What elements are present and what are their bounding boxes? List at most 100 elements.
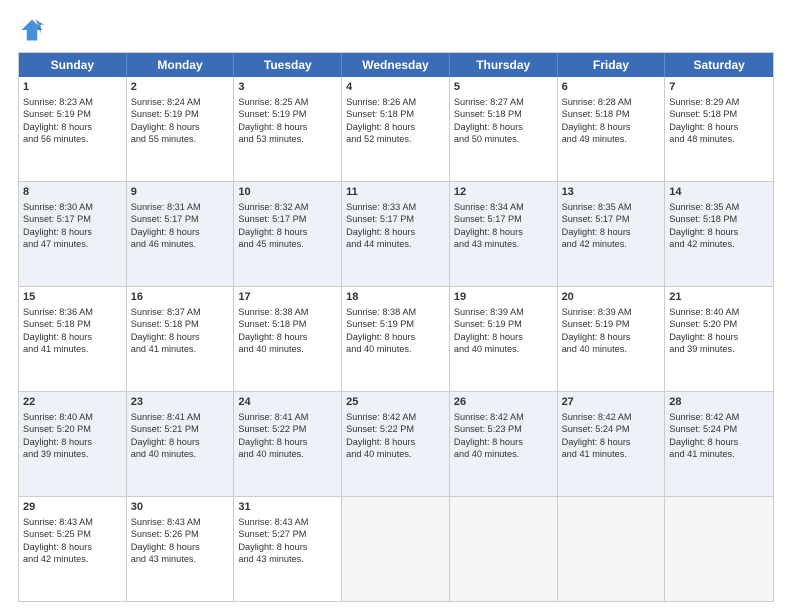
day-number: 18 [346, 290, 445, 305]
calendar-cell: 30Sunrise: 8:43 AMSunset: 5:26 PMDayligh… [127, 497, 235, 601]
logo-icon [18, 16, 46, 44]
day-info: and 43 minutes. [131, 553, 230, 565]
calendar-row: 15Sunrise: 8:36 AMSunset: 5:18 PMDayligh… [19, 287, 773, 392]
day-info: Daylight: 8 hours [238, 121, 337, 133]
page: SundayMondayTuesdayWednesdayThursdayFrid… [0, 0, 792, 612]
day-info: Daylight: 8 hours [346, 331, 445, 343]
day-info: Daylight: 8 hours [454, 331, 553, 343]
day-info: Sunset: 5:25 PM [23, 528, 122, 540]
day-number: 4 [346, 80, 445, 95]
day-info: Daylight: 8 hours [562, 436, 661, 448]
calendar: SundayMondayTuesdayWednesdayThursdayFrid… [18, 52, 774, 602]
calendar-cell: 29Sunrise: 8:43 AMSunset: 5:25 PMDayligh… [19, 497, 127, 601]
day-info: Sunset: 5:24 PM [562, 423, 661, 435]
day-info: Daylight: 8 hours [238, 436, 337, 448]
day-number: 8 [23, 185, 122, 200]
day-info: and 39 minutes. [669, 343, 769, 355]
day-info: Sunset: 5:18 PM [669, 108, 769, 120]
day-info: Sunset: 5:21 PM [131, 423, 230, 435]
calendar-cell: 13Sunrise: 8:35 AMSunset: 5:17 PMDayligh… [558, 182, 666, 286]
calendar-cell: 9Sunrise: 8:31 AMSunset: 5:17 PMDaylight… [127, 182, 235, 286]
calendar-cell: 14Sunrise: 8:35 AMSunset: 5:18 PMDayligh… [665, 182, 773, 286]
calendar-row: 29Sunrise: 8:43 AMSunset: 5:25 PMDayligh… [19, 497, 773, 601]
day-info: Sunrise: 8:42 AM [669, 411, 769, 423]
day-info: Sunrise: 8:41 AM [131, 411, 230, 423]
day-info: and 47 minutes. [23, 238, 122, 250]
day-number: 6 [562, 80, 661, 95]
day-info: Sunset: 5:22 PM [346, 423, 445, 435]
day-info: and 40 minutes. [238, 343, 337, 355]
day-info: and 46 minutes. [131, 238, 230, 250]
day-info: Daylight: 8 hours [669, 436, 769, 448]
day-info: Sunset: 5:19 PM [562, 318, 661, 330]
day-info: and 40 minutes. [131, 448, 230, 460]
day-number: 22 [23, 395, 122, 410]
day-info: and 56 minutes. [23, 133, 122, 145]
calendar-cell: 15Sunrise: 8:36 AMSunset: 5:18 PMDayligh… [19, 287, 127, 391]
day-info: and 42 minutes. [562, 238, 661, 250]
weekday-header: Saturday [665, 53, 773, 77]
day-info: Sunset: 5:19 PM [454, 318, 553, 330]
day-info: and 41 minutes. [23, 343, 122, 355]
day-info: Sunrise: 8:42 AM [346, 411, 445, 423]
day-info: and 42 minutes. [23, 553, 122, 565]
calendar-cell: 22Sunrise: 8:40 AMSunset: 5:20 PMDayligh… [19, 392, 127, 496]
day-info: Daylight: 8 hours [23, 226, 122, 238]
day-info: Sunrise: 8:26 AM [346, 96, 445, 108]
calendar-cell: 2Sunrise: 8:24 AMSunset: 5:19 PMDaylight… [127, 77, 235, 181]
day-info: and 40 minutes. [454, 448, 553, 460]
day-info: and 41 minutes. [562, 448, 661, 460]
calendar-cell: 21Sunrise: 8:40 AMSunset: 5:20 PMDayligh… [665, 287, 773, 391]
day-info: Sunrise: 8:36 AM [23, 306, 122, 318]
calendar-cell [558, 497, 666, 601]
day-info: and 53 minutes. [238, 133, 337, 145]
calendar-cell: 7Sunrise: 8:29 AMSunset: 5:18 PMDaylight… [665, 77, 773, 181]
day-number: 28 [669, 395, 769, 410]
day-info: and 45 minutes. [238, 238, 337, 250]
day-info: Sunrise: 8:35 AM [669, 201, 769, 213]
day-info: Sunrise: 8:28 AM [562, 96, 661, 108]
calendar-cell: 5Sunrise: 8:27 AMSunset: 5:18 PMDaylight… [450, 77, 558, 181]
day-info: Sunset: 5:17 PM [131, 213, 230, 225]
day-info: Daylight: 8 hours [23, 121, 122, 133]
day-info: Daylight: 8 hours [238, 541, 337, 553]
day-info: Daylight: 8 hours [454, 436, 553, 448]
day-number: 27 [562, 395, 661, 410]
day-info: and 50 minutes. [454, 133, 553, 145]
day-info: and 39 minutes. [23, 448, 122, 460]
day-info: and 52 minutes. [346, 133, 445, 145]
calendar-cell: 28Sunrise: 8:42 AMSunset: 5:24 PMDayligh… [665, 392, 773, 496]
calendar-cell: 27Sunrise: 8:42 AMSunset: 5:24 PMDayligh… [558, 392, 666, 496]
day-info: Daylight: 8 hours [562, 226, 661, 238]
day-info: Sunrise: 8:39 AM [562, 306, 661, 318]
day-number: 10 [238, 185, 337, 200]
calendar-cell [450, 497, 558, 601]
day-number: 17 [238, 290, 337, 305]
day-number: 30 [131, 500, 230, 515]
calendar-cell: 23Sunrise: 8:41 AMSunset: 5:21 PMDayligh… [127, 392, 235, 496]
day-info: Sunrise: 8:27 AM [454, 96, 553, 108]
day-info: Daylight: 8 hours [131, 226, 230, 238]
day-info: Daylight: 8 hours [346, 121, 445, 133]
day-info: Sunset: 5:18 PM [23, 318, 122, 330]
calendar-cell: 1Sunrise: 8:23 AMSunset: 5:19 PMDaylight… [19, 77, 127, 181]
logo [18, 16, 50, 44]
day-number: 23 [131, 395, 230, 410]
day-info: Sunset: 5:17 PM [562, 213, 661, 225]
day-info: Sunset: 5:17 PM [23, 213, 122, 225]
day-info: Daylight: 8 hours [346, 226, 445, 238]
day-info: Daylight: 8 hours [238, 331, 337, 343]
day-info: Daylight: 8 hours [23, 541, 122, 553]
day-info: and 44 minutes. [346, 238, 445, 250]
day-info: Sunset: 5:18 PM [238, 318, 337, 330]
day-info: Daylight: 8 hours [238, 226, 337, 238]
day-number: 21 [669, 290, 769, 305]
day-number: 25 [346, 395, 445, 410]
day-info: Sunrise: 8:42 AM [562, 411, 661, 423]
day-info: and 48 minutes. [669, 133, 769, 145]
day-number: 11 [346, 185, 445, 200]
calendar-cell: 3Sunrise: 8:25 AMSunset: 5:19 PMDaylight… [234, 77, 342, 181]
calendar-cell: 24Sunrise: 8:41 AMSunset: 5:22 PMDayligh… [234, 392, 342, 496]
day-info: Daylight: 8 hours [669, 331, 769, 343]
day-info: Sunset: 5:22 PM [238, 423, 337, 435]
